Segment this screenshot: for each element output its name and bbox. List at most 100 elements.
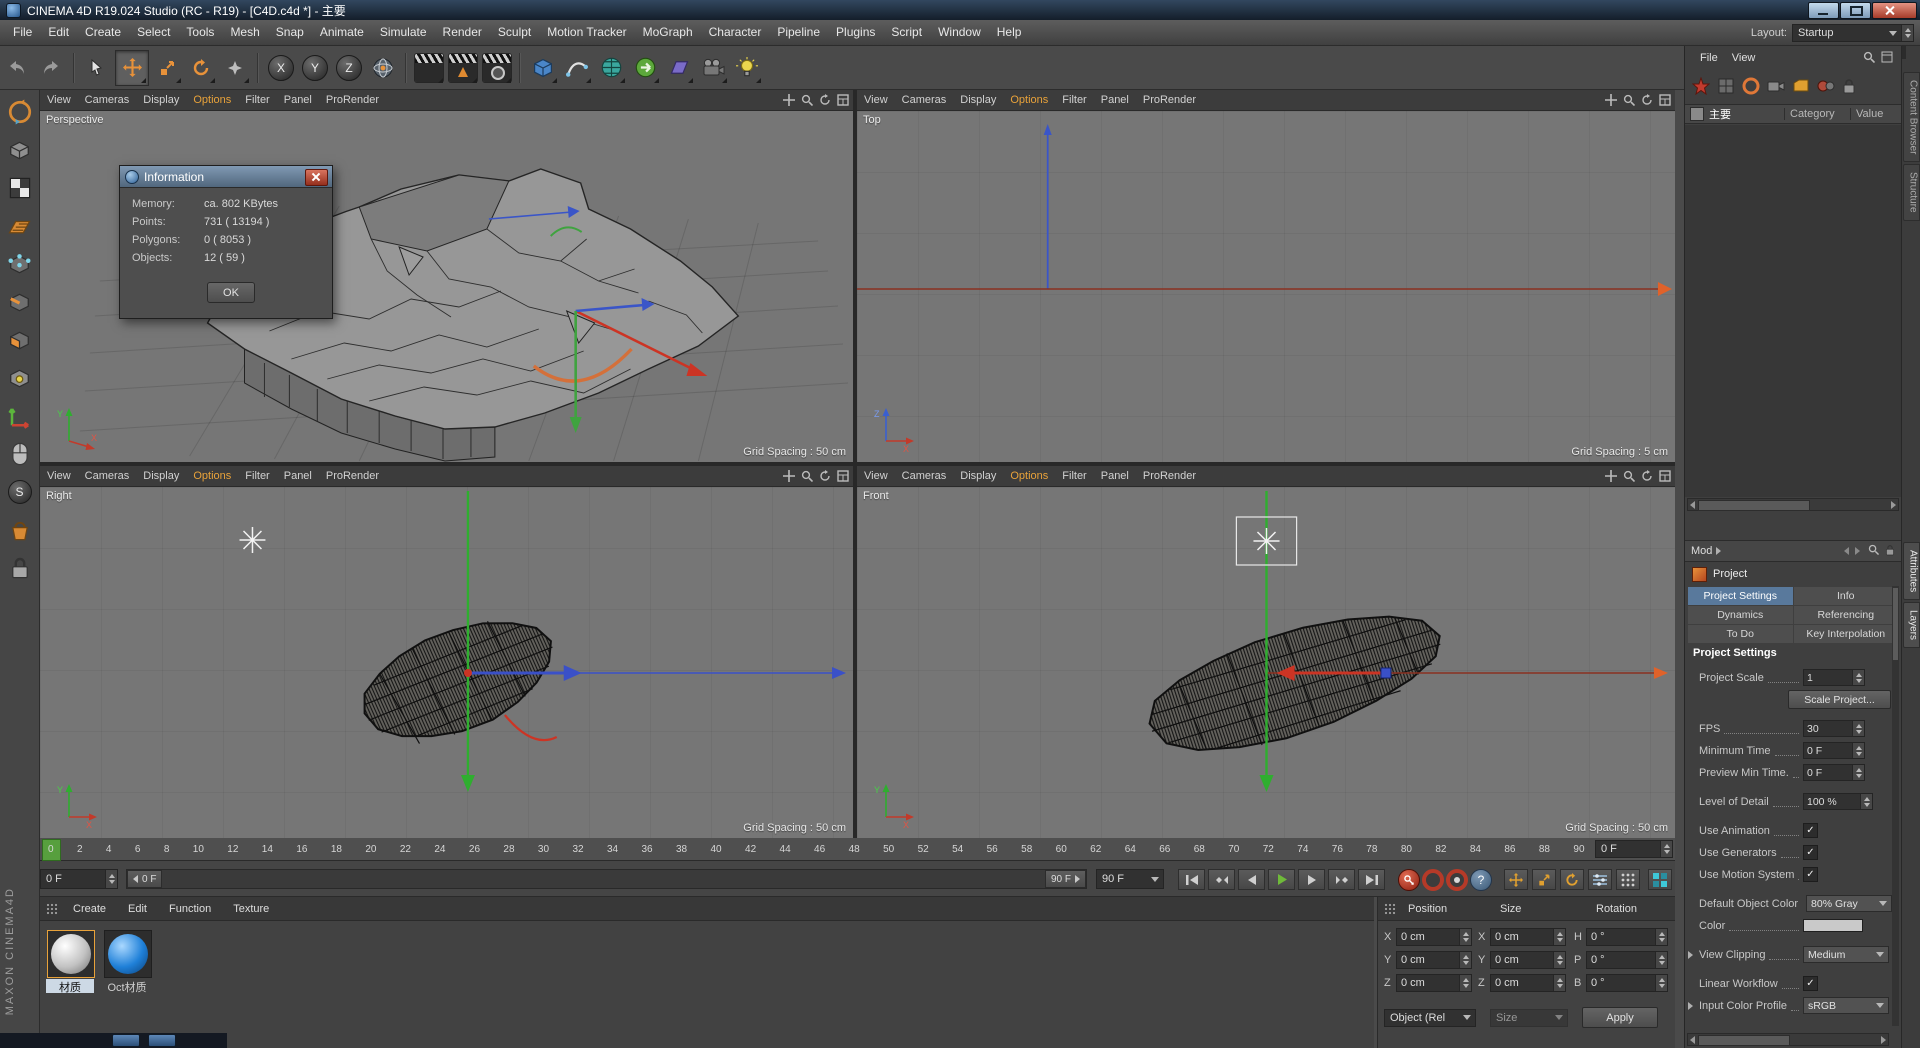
dock-tab[interactable]: Layers: [1902, 602, 1920, 649]
current-frame-field[interactable]: 0 F: [40, 869, 118, 889]
timeline-range-slider[interactable]: 0 F 90 F: [126, 869, 1087, 889]
menu-item[interactable]: Help: [989, 20, 1030, 45]
minimize-button[interactable]: [1808, 2, 1839, 19]
lock-z-axis-button[interactable]: Z: [333, 51, 365, 85]
viewport-menu-item[interactable]: Display: [136, 470, 186, 482]
attribute-horizontal-scrollbar[interactable]: [1687, 1033, 1889, 1046]
generators-button[interactable]: [629, 51, 661, 85]
viewport-menu-item[interactable]: Options: [186, 94, 238, 106]
render-view-button[interactable]: [413, 51, 445, 85]
tweak-mode-icon[interactable]: [4, 362, 36, 394]
goto-end-button[interactable]: [1358, 869, 1385, 890]
fps-field[interactable]: 30: [1803, 720, 1865, 737]
size-y-field[interactable]: 0 cm: [1490, 950, 1566, 969]
coordinate-mode-combo[interactable]: Object (Rel: [1384, 1008, 1476, 1027]
material-menu-edit[interactable]: Edit: [117, 903, 158, 915]
viewport-menu-item[interactable]: Display: [136, 94, 186, 106]
subdivision-surface-button[interactable]: [595, 51, 627, 85]
dialog-title-bar[interactable]: Information: [120, 166, 332, 188]
apply-button[interactable]: Apply: [1582, 1007, 1658, 1028]
rotate-view-icon[interactable]: [1640, 469, 1654, 483]
material-menu-texture[interactable]: Texture: [222, 903, 280, 915]
use-motion-system-checkbox[interactable]: ✓: [1803, 867, 1818, 882]
tab-dynamics[interactable]: Dynamics: [1688, 606, 1793, 624]
viewport-top[interactable]: View Cameras Display Options Filter Panel ProR…: [857, 90, 1675, 462]
main-take-item[interactable]: 主要: [1709, 106, 1784, 122]
previous-frame-button[interactable]: [1238, 869, 1265, 890]
viewport-menu-item[interactable]: Cameras: [895, 470, 954, 482]
menu-item[interactable]: Snap: [268, 20, 312, 45]
viewport-menu-item[interactable]: Options: [1003, 94, 1055, 106]
material-override-icon[interactable]: [1817, 78, 1835, 97]
dialog-close-button[interactable]: [305, 169, 328, 186]
keyframe-selection-button[interactable]: [1446, 869, 1468, 891]
take-horizontal-scrollbar[interactable]: [1687, 498, 1899, 511]
material-thumbnail[interactable]: [47, 930, 95, 978]
play-button[interactable]: [1268, 869, 1295, 890]
viewport-menu-item[interactable]: Panel: [277, 94, 319, 106]
panel-grip-icon[interactable]: [1384, 902, 1396, 915]
parameter-key-toggle[interactable]: [1588, 869, 1612, 890]
next-frame-button[interactable]: [1298, 869, 1325, 890]
menu-item[interactable]: Script: [883, 20, 930, 45]
toggle-view-icon[interactable]: [1658, 93, 1672, 107]
viewport-menu-item[interactable]: View: [40, 94, 78, 106]
light-button[interactable]: [731, 51, 763, 85]
size-z-field[interactable]: 0 cm: [1490, 973, 1566, 992]
camera-override-icon[interactable]: [1767, 79, 1785, 96]
viewport-menu-item[interactable]: ProRender: [1136, 94, 1203, 106]
add-take-icon[interactable]: [1691, 75, 1711, 98]
viewport-menu-item[interactable]: ProRender: [319, 470, 386, 482]
default-color-swatch[interactable]: [1803, 919, 1863, 932]
dock-tab[interactable]: Content Browser: [1902, 72, 1920, 163]
right-canvas[interactable]: Right Grid Spacing : 50 cm Y X: [40, 487, 853, 838]
linear-workflow-checkbox[interactable]: ✓: [1803, 976, 1818, 991]
zoom-view-icon[interactable]: [800, 469, 814, 483]
toggle-view-icon[interactable]: [1658, 469, 1672, 483]
material-menu-create[interactable]: Create: [62, 903, 117, 915]
rotate-view-icon[interactable]: [818, 93, 832, 107]
category-column-header[interactable]: Category: [1784, 108, 1850, 120]
undo-button[interactable]: [1, 51, 33, 85]
lock-x-axis-button[interactable]: X: [265, 51, 297, 85]
input-color-profile-combo[interactable]: sRGB: [1803, 997, 1889, 1014]
menu-item[interactable]: Tools: [178, 20, 222, 45]
maximize-button[interactable]: [1840, 2, 1871, 19]
preview-min-time-field[interactable]: 0 F: [1803, 764, 1865, 781]
lock-workplane-icon[interactable]: [4, 552, 36, 584]
size-mode-combo[interactable]: Size: [1490, 1008, 1568, 1027]
minimum-time-field[interactable]: 0 F: [1803, 742, 1865, 759]
timeline-ruler[interactable]: 0 2 4 6 8 10 12 14 16 18 20 22 24 26 28 30 32 34 36 38 40 42 4…: [40, 838, 1675, 861]
tab-referencing[interactable]: Referencing: [1793, 606, 1898, 624]
point-level-animation-toggle[interactable]: [1616, 869, 1640, 890]
front-canvas[interactable]: Front Grid Spacing : 50 cm Y X: [857, 487, 1675, 838]
lock-y-axis-button[interactable]: Y: [299, 51, 331, 85]
taskbar-app-icon[interactable]: [112, 1034, 140, 1047]
viewport-menu-item[interactable]: View: [40, 470, 78, 482]
tab-todo[interactable]: To Do: [1688, 625, 1793, 643]
motion-system-toggle[interactable]: [1648, 869, 1672, 890]
live-selection-tool[interactable]: [81, 51, 113, 85]
viewport-menu-item[interactable]: Panel: [1094, 94, 1136, 106]
add-primitive-cube-button[interactable]: [527, 51, 559, 85]
size-x-field[interactable]: 0 cm: [1490, 927, 1566, 946]
taskbar-app-icon[interactable]: [148, 1034, 176, 1047]
menu-item[interactable]: Animate: [312, 20, 372, 45]
texture-mode-icon[interactable]: [4, 172, 36, 204]
zoom-view-icon[interactable]: [1622, 93, 1636, 107]
history-forward-icon[interactable]: [1855, 547, 1860, 555]
coordinate-system-button[interactable]: [367, 51, 399, 85]
menu-item[interactable]: Pipeline: [769, 20, 828, 45]
menu-item[interactable]: Edit: [40, 20, 77, 45]
use-animation-checkbox[interactable]: ✓: [1803, 823, 1818, 838]
use-generators-checkbox[interactable]: ✓: [1803, 845, 1818, 860]
panel-grip-icon[interactable]: [46, 902, 58, 915]
dock-icon[interactable]: [1904, 45, 1906, 59]
menu-item[interactable]: File: [5, 20, 40, 45]
render-override-icon[interactable]: [1792, 78, 1810, 97]
position-x-field[interactable]: 0 cm: [1396, 927, 1472, 946]
tab-project-settings[interactable]: Project Settings: [1688, 587, 1793, 605]
pan-view-icon[interactable]: [1604, 93, 1618, 107]
zoom-view-icon[interactable]: [1622, 469, 1636, 483]
attribute-lock-icon[interactable]: [1885, 544, 1895, 559]
